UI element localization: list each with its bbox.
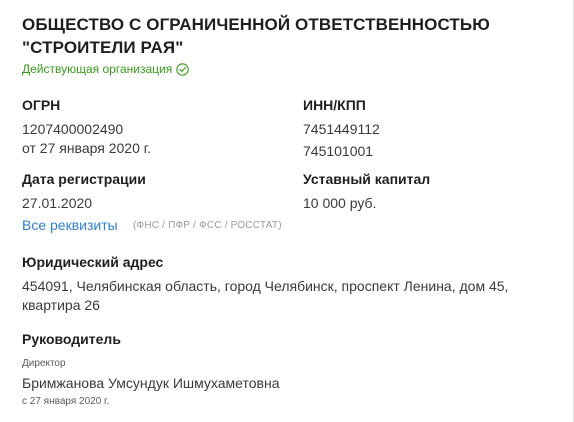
status-text: Действующая организация xyxy=(22,62,173,76)
registration-label: Дата регистрации xyxy=(22,171,146,187)
company-name: ОБЩЕСТВО С ОГРАНИЧЕННОЙ ОТВЕТСТВЕННОСТЬЮ… xyxy=(22,15,490,57)
registration-value: 27.01.2020 xyxy=(22,195,93,211)
kpp-value: 745101001 xyxy=(303,143,374,159)
head-since: с 27 января 2020 г. xyxy=(22,396,110,407)
requisites-sources: (ФНС / ПФР / ФСС / РОССТАТ) xyxy=(133,220,282,231)
all-requisites-link[interactable]: Все реквизиты xyxy=(22,216,118,234)
check-circle-icon xyxy=(176,62,189,76)
inn-kpp-label: ИНН/КПП xyxy=(303,97,366,113)
head-name: Бримжанова Умсундук Ишмухаметовна xyxy=(22,375,280,391)
company-status: Действующая организация xyxy=(22,62,189,76)
capital-value: 10 000 руб. xyxy=(303,195,377,211)
ogrn-label: ОГРН xyxy=(22,97,61,113)
address-line-2: квартира 26 xyxy=(22,297,100,313)
capital-label: Уставный капитал xyxy=(303,171,431,187)
head-label: Руководитель xyxy=(22,331,121,347)
address-label: Юридический адрес xyxy=(22,254,164,270)
ogrn-date: от 27 января 2020 г. xyxy=(22,140,152,156)
address-line-1: 454091, Челябинская область, город Челяб… xyxy=(22,278,509,294)
head-position: Директор xyxy=(22,358,66,369)
ogrn-value: 1207400002490 xyxy=(22,121,124,137)
inn-value: 7451449112 xyxy=(303,121,380,137)
